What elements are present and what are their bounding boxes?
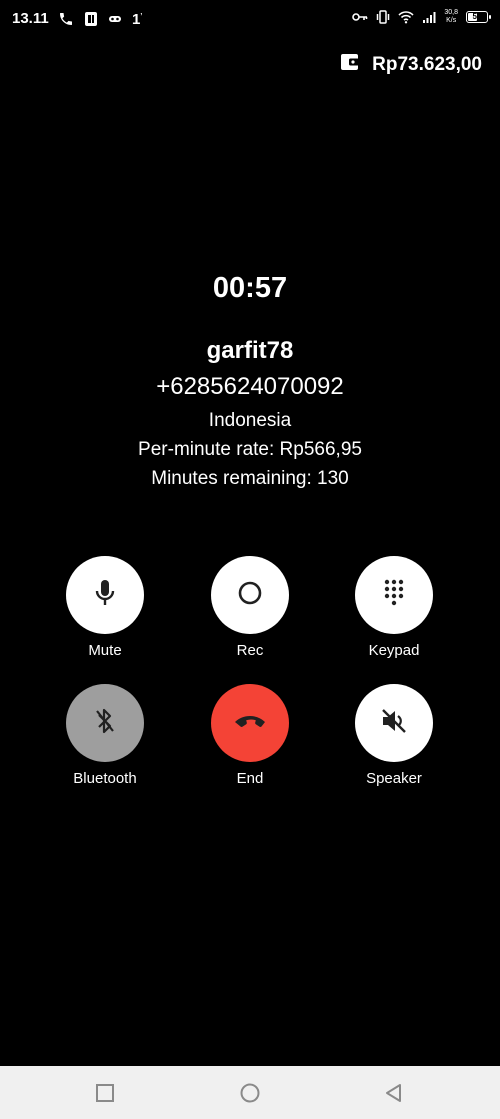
microphone-icon <box>92 578 118 613</box>
circle-icon[interactable] <box>239 1082 261 1104</box>
phone-icon <box>58 11 74 27</box>
status-time: 13.11 <box>12 10 49 27</box>
hang-up-icon <box>233 713 267 734</box>
speaker-off-icon <box>380 707 408 740</box>
rec-label: Rec <box>236 642 264 659</box>
per-minute-rate: Per-minute rate: Rp566,95 <box>138 439 362 460</box>
key-icon <box>352 11 368 23</box>
caller-name: garfit78 <box>206 337 294 364</box>
speaker-button[interactable] <box>355 684 433 762</box>
keypad-label: Keypad <box>368 642 420 659</box>
status-left-icons: 1’ <box>58 9 142 28</box>
status-bar: 13.11 1’ 30,8 K/s 57 <box>0 0 500 40</box>
net-speed-unit: K/s <box>446 17 457 24</box>
record-icon <box>237 580 263 611</box>
bluetooth-disabled-icon <box>92 706 118 741</box>
caller-number: +6285624070092 <box>156 373 344 400</box>
keypad-button[interactable] <box>355 556 433 634</box>
wallet-icon <box>340 53 360 76</box>
balance-amount: Rp73.623,00 <box>372 53 482 75</box>
rec-control: Rec <box>190 556 310 659</box>
one-notify-icon: 1’ <box>132 11 143 28</box>
dialpad-icon <box>382 578 406 613</box>
bluetooth-button[interactable] <box>66 684 144 762</box>
vibrate-icon <box>376 10 390 24</box>
battery-icon: 57 <box>466 11 491 23</box>
call-timer: 00:57 <box>212 272 288 304</box>
infinity-icon <box>108 13 122 25</box>
navigation-bar <box>0 1066 500 1119</box>
rec-button[interactable] <box>211 556 289 634</box>
keypad-control: Keypad <box>334 556 454 659</box>
speaker-label: Speaker <box>366 770 422 787</box>
triangle-back-icon[interactable] <box>383 1082 405 1104</box>
bluetooth-label: Bluetooth <box>73 770 137 787</box>
speaker-control: Speaker <box>334 684 454 787</box>
caller-country: Indonesia <box>208 410 292 431</box>
sim-icon <box>84 11 98 27</box>
status-right-icons: 30,8 K/s 57 <box>352 9 491 25</box>
signal-icon <box>422 10 436 24</box>
wifi-icon <box>398 10 414 24</box>
mute-label: Mute <box>88 642 122 659</box>
net-speed-value: 30,8 <box>444 9 458 16</box>
call-info: 00:57 garfit78 +6285624070092 Indonesia … <box>0 268 500 493</box>
square-icon[interactable] <box>94 1082 116 1104</box>
balance: Rp73.623,00 <box>340 53 482 76</box>
end-call-button[interactable] <box>211 684 289 762</box>
minutes-remaining: Minutes remaining: 130 <box>151 468 349 489</box>
mute-button[interactable] <box>66 556 144 634</box>
mute-control: Mute <box>45 556 165 659</box>
battery-level: 57 <box>472 12 482 21</box>
net-speed: 30,8 K/s <box>444 9 458 25</box>
bluetooth-control: Bluetooth <box>45 684 165 787</box>
end-control: End <box>190 684 310 787</box>
end-label: End <box>236 770 264 787</box>
